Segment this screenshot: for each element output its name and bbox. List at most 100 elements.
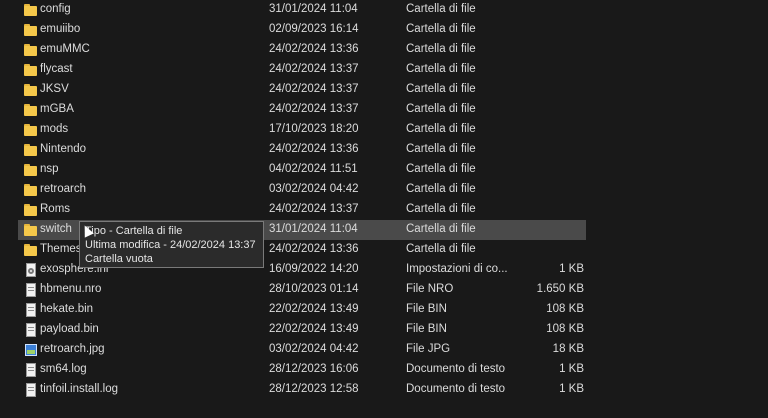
file-size: 108 KB — [546, 303, 584, 315]
file-row[interactable]: hekate.bin 22/02/2024 13:49 File BIN 108 KB — [18, 300, 586, 320]
file-name: mGBA — [40, 103, 74, 115]
file-type: Documento di testo — [406, 383, 506, 395]
file-name: mods — [40, 123, 69, 135]
file-name: retroarch — [40, 183, 87, 195]
file-name: Themes — [40, 243, 82, 255]
file-name: retroarch.jpg — [40, 343, 105, 355]
file-type: Cartella di file — [406, 163, 476, 175]
file-size: 18 KB — [552, 343, 584, 355]
file-row[interactable]: hbmenu.nro 28/10/2023 01:14 File NRO 1.650 … — [18, 280, 586, 300]
folder-icon — [24, 143, 38, 157]
folder-icon — [24, 183, 38, 197]
folder-icon — [24, 203, 38, 217]
file-date: 24/02/2024 13:37 — [269, 103, 359, 115]
file-type: Cartella di file — [406, 203, 476, 215]
file-name: Roms — [40, 203, 71, 215]
file-row[interactable]: emuiibo 02/09/2023 16:14 Cartella di file — [18, 20, 586, 40]
file-type: Cartella di file — [406, 243, 476, 255]
file-name: Nintendo — [40, 143, 87, 155]
file-row[interactable]: sm64.log 28/12/2023 16:06 Documento di tes… — [18, 360, 586, 380]
file-type: File NRO — [406, 283, 454, 295]
file-row[interactable]: tinfoil.install.log 28/12/2023 12:58 Docum… — [18, 380, 586, 400]
file-date: 03/02/2024 04:42 — [269, 343, 359, 355]
file-row[interactable]: Nintendo 24/02/2024 13:36 Cartella di file — [18, 140, 586, 160]
file-row[interactable]: emuMMC 24/02/2024 13:36 Cartella di file — [18, 40, 586, 60]
file-name: JKSV — [40, 83, 69, 95]
file-row[interactable]: JKSV 24/02/2024 13:37 Cartella di file — [18, 80, 586, 100]
file-type: Cartella di file — [406, 43, 476, 55]
file-name: payload.bin — [40, 323, 99, 335]
file-date: 17/10/2023 18:20 — [269, 123, 359, 135]
file-size: 1.650 KB — [536, 283, 584, 295]
file-row[interactable]: mods 17/10/2023 18:20 Cartella di file — [18, 120, 586, 140]
file-date: 28/12/2023 12:58 — [269, 383, 359, 395]
folder-icon — [24, 23, 38, 37]
file-date: 31/01/2024 11:04 — [269, 223, 358, 235]
file-size: 108 KB — [546, 323, 584, 335]
folder-icon — [24, 223, 38, 237]
file-date: 24/02/2024 13:36 — [269, 43, 359, 55]
file-type: Cartella di file — [406, 83, 476, 95]
file-date: 02/09/2023 16:14 — [269, 23, 359, 35]
file-row[interactable]: retroarch.jpg 03/02/2024 04:42 File JPG 18 … — [18, 340, 586, 360]
file-name: config — [40, 3, 71, 15]
file-size: 1 KB — [559, 263, 584, 275]
file-row[interactable]: retroarch 03/02/2024 04:42 Cartella di fil… — [18, 180, 586, 200]
file-name: hekate.bin — [40, 303, 94, 315]
file-name: switch — [40, 223, 72, 235]
file-date: 24/02/2024 13:37 — [269, 203, 359, 215]
file-icon — [24, 323, 38, 337]
file-date: 22/02/2024 13:49 — [269, 303, 359, 315]
settings-file-icon — [24, 263, 38, 277]
file-type: Cartella di file — [406, 223, 476, 235]
tooltip-contents: Cartella vuota — [85, 253, 153, 265]
file-name: flycast — [40, 63, 73, 75]
file-row[interactable]: nsp 04/02/2024 11:51 Cartella di file — [18, 160, 586, 180]
folder-icon — [24, 243, 38, 257]
file-type: Cartella di file — [406, 143, 476, 155]
file-row[interactable]: Roms 24/02/2024 13:37 Cartella di file — [18, 200, 586, 220]
file-date: 16/09/2022 14:20 — [269, 263, 359, 275]
file-date: 24/02/2024 13:37 — [269, 63, 359, 75]
file-name: sm64.log — [40, 363, 87, 375]
file-row[interactable]: flycast 24/02/2024 13:37 Cartella di file — [18, 60, 586, 80]
file-name: hbmenu.nro — [40, 283, 102, 295]
file-date: 31/01/2024 11:04 — [269, 3, 358, 15]
file-date: 24/02/2024 13:37 — [269, 83, 359, 95]
file-row[interactable]: config 31/01/2024 11:04 Cartella di file — [18, 0, 586, 20]
file-row[interactable]: mGBA 24/02/2024 13:37 Cartella di file — [18, 100, 586, 120]
tooltip-type: Tipo - Cartella di file — [85, 225, 183, 237]
file-name: tinfoil.install.log — [40, 383, 118, 395]
folder-icon — [24, 123, 38, 137]
file-size: 1 KB — [559, 363, 584, 375]
file-size: 1 KB — [559, 383, 584, 395]
file-icon — [24, 303, 38, 317]
file-date: 28/10/2023 01:14 — [269, 283, 359, 295]
file-icon — [24, 363, 38, 377]
file-date: 24/02/2024 13:36 — [269, 243, 359, 255]
file-date: 22/02/2024 13:49 — [269, 323, 359, 335]
file-date: 24/02/2024 13:36 — [269, 143, 359, 155]
file-name: emuiibo — [40, 23, 81, 35]
file-type: Impostazioni di co... — [406, 263, 508, 275]
folder-icon — [24, 83, 38, 97]
file-type: Cartella di file — [406, 3, 476, 15]
folder-icon — [24, 63, 38, 77]
file-type: File JPG — [406, 343, 451, 355]
file-type: File BIN — [406, 303, 447, 315]
folder-icon — [24, 43, 38, 57]
file-type: File BIN — [406, 323, 447, 335]
folder-icon — [24, 3, 38, 17]
file-date: 28/12/2023 16:06 — [269, 363, 359, 375]
file-name: nsp — [40, 163, 59, 175]
file-type: Cartella di file — [406, 123, 476, 135]
file-type: Cartella di file — [406, 23, 476, 35]
folder-icon — [24, 163, 38, 177]
file-type: Cartella di file — [406, 183, 476, 195]
file-type: Documento di testo — [406, 363, 506, 375]
file-date: 03/02/2024 04:42 — [269, 183, 359, 195]
image-file-icon — [24, 343, 38, 357]
file-icon — [24, 383, 38, 397]
folder-icon — [24, 103, 38, 117]
file-row[interactable]: payload.bin 22/02/2024 13:49 File BIN 108 K… — [18, 320, 586, 340]
